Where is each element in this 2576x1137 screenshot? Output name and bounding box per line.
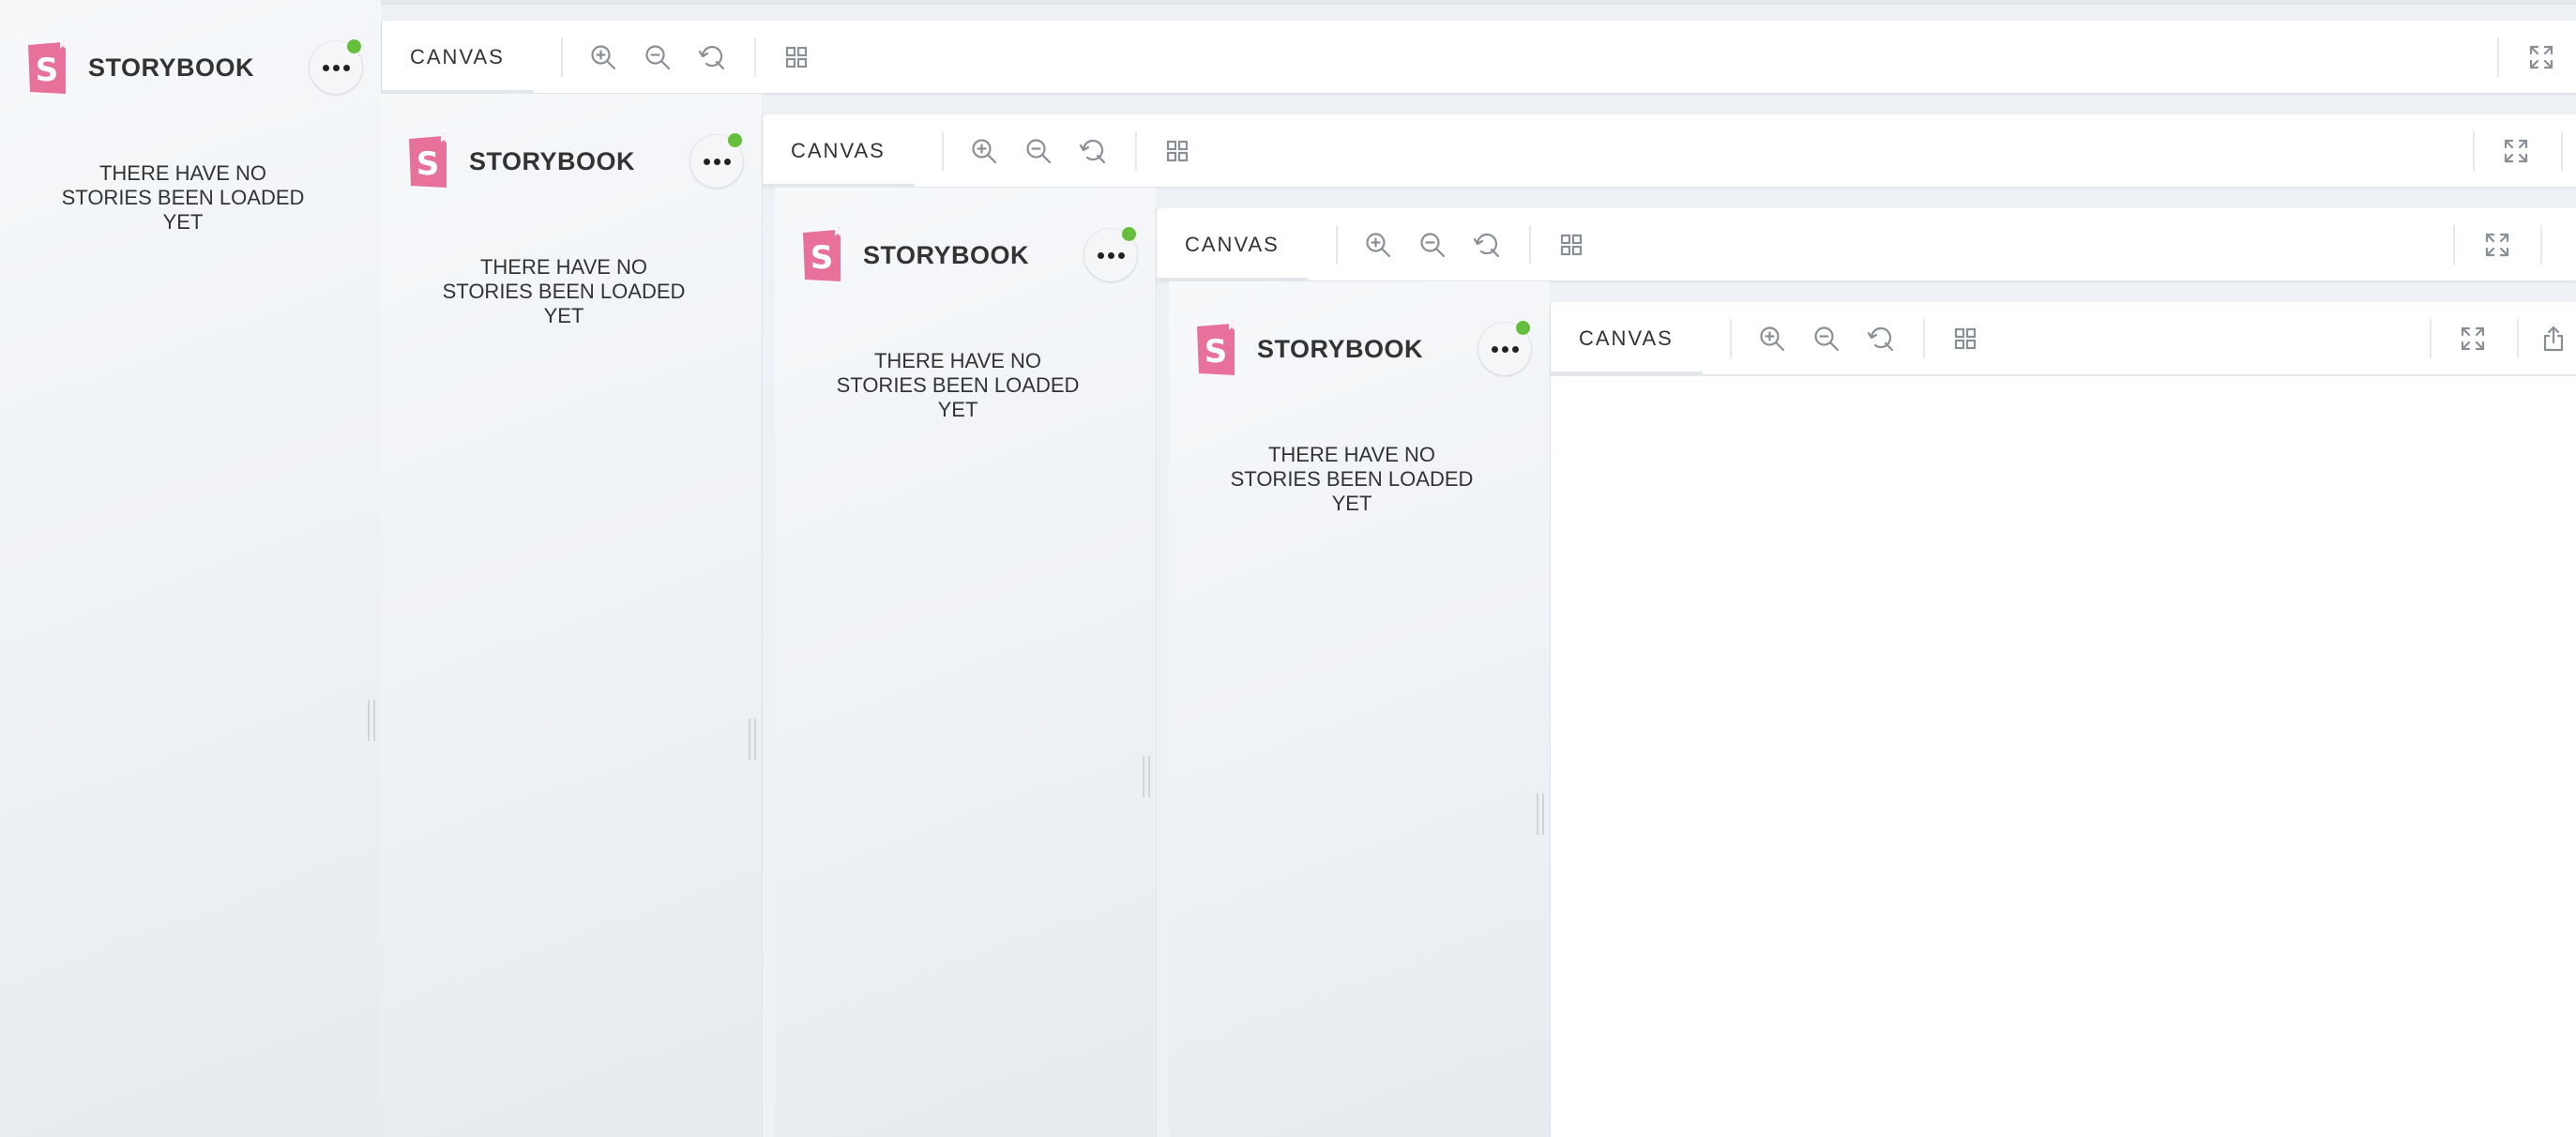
toolbar-separator [2517,319,2519,358]
toolbar-separator [1135,131,1137,171]
toolbar-separator [754,38,756,77]
brand-name: STORYBOOK [469,146,636,175]
zoom-out-icon[interactable] [1021,133,1056,169]
ellipsis-icon [322,64,350,71]
canvas-area [1551,376,2576,1137]
toolbar-separator [1923,319,1925,358]
toolbar-separator [1730,319,1732,358]
toolbar: CANVAS [1157,208,2576,281]
toolbar: CANVAS [382,21,2576,94]
status-indicator [1516,321,1530,335]
toolbar-separator [2561,131,2563,171]
ellipsis-icon [1097,251,1125,259]
ellipsis-icon [1491,345,1519,353]
empty-stories-message: THERE HAVE NO STORIES BEEN LOADED YET [836,349,1080,421]
toolbar-separator [2430,319,2432,358]
zoom-out-icon[interactable] [640,39,675,75]
toolbar-separator [2473,131,2475,171]
grid-icon[interactable] [779,39,814,75]
zoom-in-icon[interactable] [585,39,621,75]
share-icon[interactable] [2536,321,2571,356]
svg-text:S: S [811,239,834,277]
reset-zoom-icon[interactable] [1469,227,1505,263]
tab-canvas[interactable]: CANVAS [763,114,915,188]
sidebar-resize-handle[interactable] [368,700,375,741]
status-indicator [347,39,361,53]
sidebar-resize-handle[interactable] [1143,756,1150,797]
toolbar-separator [2453,225,2455,265]
grid-icon[interactable] [1947,321,1983,356]
storybook-logo-icon: S [28,39,66,94]
main-panel: CANVAS [1550,302,2576,1137]
svg-text:S: S [36,52,59,89]
fullscreen-icon[interactable] [2479,227,2515,263]
empty-stories-message: THERE HAVE NO STORIES BEEN LOADED YET [1230,443,1474,515]
storybook-logo-icon: S [1197,321,1235,375]
zoom-out-icon[interactable] [1809,321,1844,356]
brand-name: STORYBOOK [1257,334,1424,363]
toolbar-separator [1529,225,1531,265]
brand[interactable]: S STORYBOOK [405,133,635,190]
sidebar-resize-handle[interactable] [749,719,756,760]
toolbar-separator [942,131,944,171]
tab-canvas[interactable]: CANVAS [1157,208,1309,281]
toolbar-separator [2540,225,2542,265]
brand[interactable]: S STORYBOOK [799,227,1029,283]
grid-icon[interactable] [1553,227,1589,263]
brand[interactable]: S STORYBOOK [1193,321,1423,377]
zoom-out-icon[interactable] [1415,227,1450,263]
toolbar-separator [1336,225,1338,265]
sidebar: S STORYBOOK THERE HAVE NO STORIES BEEN L… [381,94,762,1137]
sidebar: S STORYBOOK THERE HAVE NO STORIES BEEN L… [0,0,381,1137]
tab-canvas[interactable]: CANVAS [382,21,534,94]
ellipsis-icon [703,158,731,165]
fullscreen-icon[interactable] [2455,321,2491,356]
sidebar: S STORYBOOK THERE HAVE NO STORIES BEEN L… [1169,281,1550,1137]
brand-name: STORYBOOK [88,53,255,82]
reset-zoom-icon[interactable] [694,39,730,75]
svg-text:S: S [1205,333,1228,371]
grid-icon[interactable] [1159,133,1195,169]
empty-stories-message: THERE HAVE NO STORIES BEEN LOADED YET [61,161,305,234]
sidebar: S STORYBOOK THERE HAVE NO STORIES BEEN L… [775,188,1156,1137]
toolbar-separator [2497,38,2499,77]
toolbar: CANVAS [763,114,2576,188]
toolbar: CANVAS [1551,302,2576,375]
zoom-in-icon[interactable] [966,133,1002,169]
storybook-logo-icon: S [803,227,841,281]
status-indicator [728,133,742,147]
sidebar-resize-handle[interactable] [1537,794,1544,835]
fullscreen-icon[interactable] [2523,39,2559,75]
reset-zoom-icon[interactable] [1075,133,1111,169]
brand[interactable]: S STORYBOOK [24,39,254,96]
fullscreen-icon[interactable] [2498,133,2534,169]
svg-text:S: S [417,145,440,183]
brand-name: STORYBOOK [863,240,1030,269]
storybook-logo-icon: S [409,133,447,188]
toolbar-separator [561,38,563,77]
zoom-in-icon[interactable] [1360,227,1396,263]
tab-canvas[interactable]: CANVAS [1551,302,1703,375]
reset-zoom-icon[interactable] [1863,321,1899,356]
storybook-frame-level-4: S STORYBOOK THERE HAVE NO STORIES BEEN L… [1169,281,2576,1137]
zoom-in-icon[interactable] [1754,321,1790,356]
status-indicator [1122,227,1136,241]
empty-stories-message: THERE HAVE NO STORIES BEEN LOADED YET [442,255,686,327]
